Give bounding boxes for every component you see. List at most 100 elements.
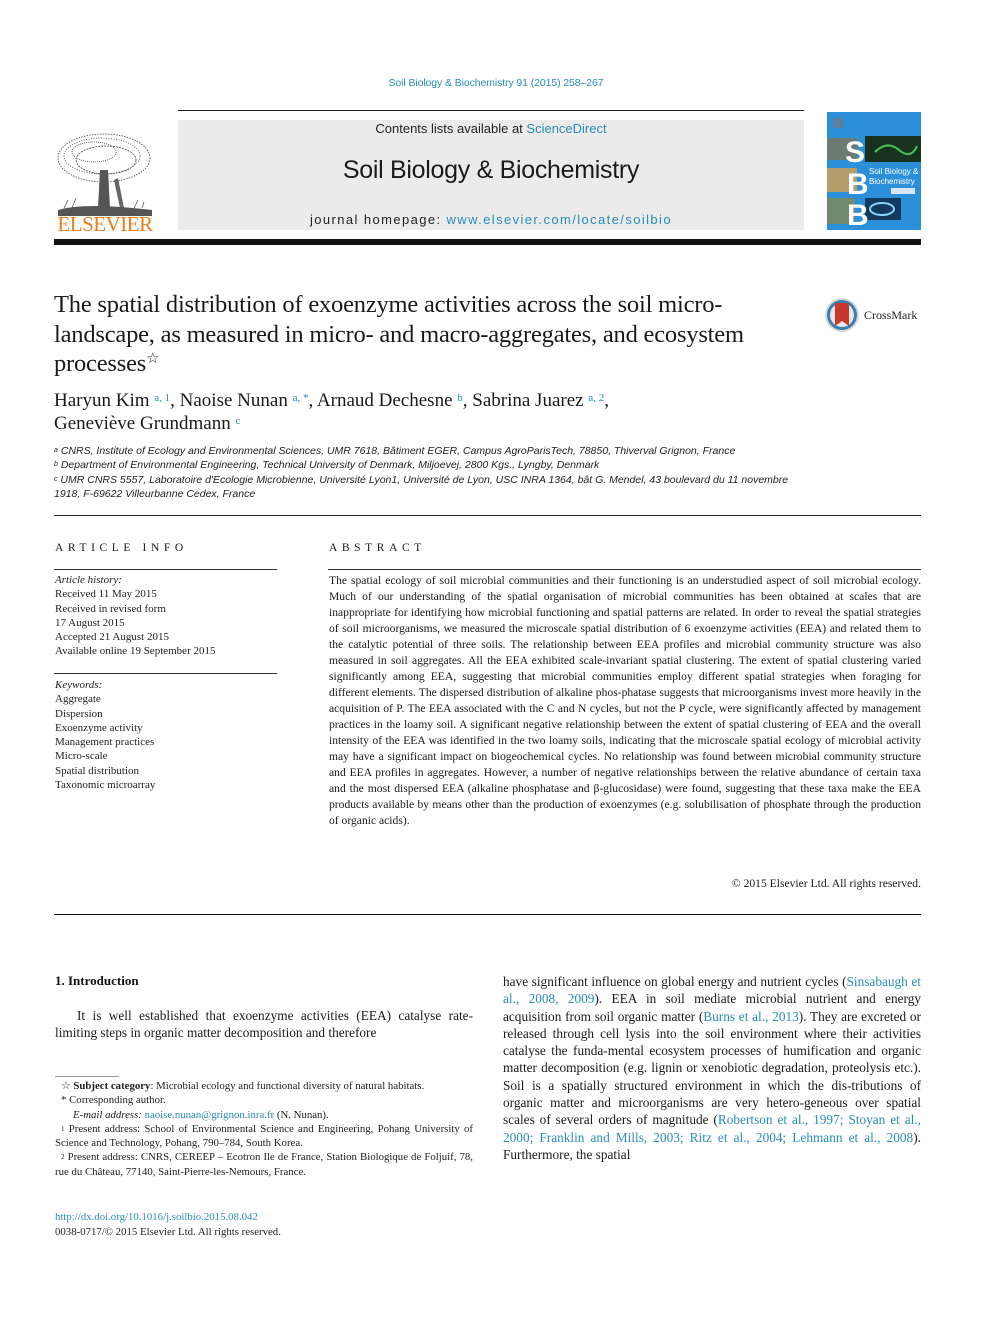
issn-copyright-line: 0038-0717/© 2015 Elsevier Ltd. All right… bbox=[55, 1226, 281, 1238]
citation-link[interactable]: Robertson et al., 1997 bbox=[718, 1112, 840, 1127]
author-affiliation-marks[interactable]: a, 1 bbox=[154, 392, 170, 404]
article-history: Article history: Received 11 May 2015 Re… bbox=[55, 573, 275, 659]
author[interactable]: Geneviève Grundmann c bbox=[54, 413, 240, 434]
sciencedirect-link[interactable]: ScienceDirect bbox=[526, 121, 606, 136]
author[interactable]: Haryun Kim a, 1, bbox=[54, 390, 180, 411]
footnote-text: Present address: CNRS, CEREEP – Ecotron … bbox=[55, 1151, 473, 1178]
journal-cover-art-icon: S B B Soil Biology & Biochemistry bbox=[827, 112, 921, 230]
keyword: Aggregate bbox=[55, 693, 101, 706]
author-separator: , bbox=[462, 390, 473, 411]
affiliation-text: UMR CNRS 5557, Laboratoire d'Ecologie Mi… bbox=[54, 473, 789, 501]
author[interactable]: Sabrina Juarez a, 2, bbox=[472, 390, 609, 411]
article-info-rule bbox=[54, 569, 277, 570]
history-item: 17 August 2015 bbox=[55, 616, 125, 629]
keyword: Spatial distribution bbox=[55, 764, 140, 777]
author-name[interactable]: Naoise Nunan bbox=[180, 390, 288, 411]
citation-separator: ; bbox=[679, 1129, 690, 1145]
cover-title-line1: Soil Biology & bbox=[869, 167, 919, 176]
citation-link[interactable]: Burns et al., 2013 bbox=[703, 1009, 799, 1024]
affiliation-text: CNRS, Institute of Ecology and Environme… bbox=[60, 445, 736, 457]
footnote-mark: ☆ bbox=[61, 1080, 71, 1092]
crossmark-button[interactable]: CrossMark bbox=[824, 296, 934, 336]
footnote-corresponding: * Corresponding author. bbox=[55, 1093, 473, 1107]
journal-name: Soil Biology & Biochemistry bbox=[342, 156, 640, 184]
author-separator: , bbox=[308, 390, 317, 411]
author-name[interactable]: Sabrina Juarez bbox=[472, 390, 583, 411]
top-rule bbox=[178, 110, 804, 111]
author-affiliation-marks[interactable]: c bbox=[236, 415, 241, 427]
elsevier-wordmark[interactable]: ELSEVIER bbox=[54, 212, 156, 237]
body-text: have significant influence on global ene… bbox=[503, 974, 847, 989]
cover-title-line2: Biochemistry bbox=[869, 177, 915, 186]
article-info-rule bbox=[54, 673, 277, 674]
abstract-text: The spatial ecology of soil microbial co… bbox=[329, 574, 921, 827]
author-affiliation-marks[interactable]: a, 2 bbox=[588, 392, 604, 404]
homepage-prefix: journal homepage: bbox=[310, 212, 447, 227]
affiliation: a CNRS, Institute of Ecology and Environ… bbox=[54, 444, 814, 458]
author[interactable]: Arnaud Dechesne b, bbox=[317, 390, 472, 411]
citation-link[interactable]: Ritz et al., 2004 bbox=[690, 1130, 783, 1145]
author-name[interactable]: Arnaud Dechesne bbox=[317, 390, 453, 411]
journal-homepage-link[interactable]: www.elsevier.com/locate/soilbio bbox=[447, 212, 672, 227]
abstract-heading: ABSTRACT bbox=[329, 542, 426, 554]
section-rule bbox=[54, 914, 921, 915]
author[interactable]: Naoise Nunan a, *, bbox=[180, 390, 317, 411]
author-separator: , bbox=[170, 390, 180, 411]
affiliation-mark: b bbox=[54, 461, 58, 469]
running-head[interactable]: Soil Biology & Biochemistry 91 (2015) 25… bbox=[0, 77, 992, 89]
cover-letter-s: S bbox=[845, 136, 865, 169]
citation-separator: ; bbox=[782, 1129, 793, 1145]
keyword: Micro-scale bbox=[55, 750, 108, 763]
author-affiliation-marks[interactable]: b bbox=[457, 392, 463, 404]
title-footnote-star[interactable]: ☆ bbox=[146, 351, 159, 367]
footnote-email: E-mail address: naoise.nunan@grignon.inr… bbox=[55, 1108, 473, 1122]
affiliation: c UMR CNRS 5557, Laboratoire d'Ecologie … bbox=[54, 473, 814, 502]
footnote-mark: 2 bbox=[61, 1153, 65, 1162]
cover-letter-b1: B bbox=[847, 168, 869, 201]
body-text: ). They are excreted or released through… bbox=[503, 1008, 921, 1128]
author-name[interactable]: Haryun Kim bbox=[54, 390, 150, 411]
citation-link[interactable]: Lehmann et al., 2008 bbox=[792, 1130, 913, 1145]
doi-link[interactable]: http://dx.doi.org/10.1016/j.soilbio.2015… bbox=[55, 1211, 258, 1223]
footnote-text: Present address: School of Environmental… bbox=[55, 1122, 474, 1150]
masthead-thick-rule bbox=[54, 239, 921, 245]
citation-separator: ; bbox=[529, 1129, 540, 1145]
history-label: Article history: bbox=[55, 574, 122, 586]
affiliations: a CNRS, Institute of Ecology and Environ… bbox=[54, 444, 814, 502]
keyword: Exoenzyme activity bbox=[55, 721, 143, 734]
section-rule bbox=[54, 515, 921, 516]
cover-letter-b2: B bbox=[847, 199, 869, 230]
footnote-rule bbox=[55, 1076, 119, 1077]
affiliation: b Department of Environmental Engineerin… bbox=[54, 458, 814, 472]
journal-homepage-line: journal homepage: www.elsevier.com/locat… bbox=[178, 212, 804, 227]
author-list: Haryun Kim a, 1, Naoise Nunan a, *, Arna… bbox=[54, 389, 854, 435]
abstract-copyright: © 2015 Elsevier Ltd. All rights reserved… bbox=[731, 877, 921, 890]
keyword: Taxonomic microarray bbox=[55, 779, 156, 792]
abstract-rule bbox=[328, 569, 921, 570]
affiliation-text: Department of Environmental Engineering,… bbox=[60, 459, 600, 472]
author-name[interactable]: Geneviève Grundmann bbox=[54, 413, 231, 434]
footnotes: ☆ Subject category: Microbial ecology an… bbox=[55, 1079, 473, 1179]
email-label: E-mail address: bbox=[73, 1108, 145, 1121]
footnote-2: 2 Present address: CNRS, CEREEP – Ecotro… bbox=[55, 1150, 473, 1179]
affiliation-mark: a bbox=[54, 447, 58, 454]
keywords: Keywords: Aggregate Dispersion Exoenzyme… bbox=[55, 678, 275, 792]
crossmark-icon bbox=[825, 298, 859, 332]
keyword: Dispersion bbox=[55, 707, 103, 720]
footnote-mark: * bbox=[61, 1094, 67, 1107]
introduction-heading: 1. Introduction bbox=[55, 973, 139, 988]
footnote-label: Subject category bbox=[73, 1080, 151, 1092]
footnote-text: Corresponding author. bbox=[69, 1094, 166, 1107]
history-item: Received 11 May 2015 bbox=[55, 588, 157, 601]
journal-masthead: Contents lists available at ScienceDirec… bbox=[178, 120, 804, 230]
contents-line: Contents lists available at ScienceDirec… bbox=[178, 121, 804, 136]
author-affiliation-marks[interactable]: a, * bbox=[293, 392, 309, 404]
journal-cover-image[interactable]: S B B Soil Biology & Biochemistry bbox=[827, 112, 921, 230]
email-link[interactable]: naoise.nunan@grignon.inra.fr bbox=[145, 1109, 275, 1121]
citation-link[interactable]: Franklin and Mills, 2003 bbox=[539, 1130, 680, 1145]
footnote-mark: 1 bbox=[61, 1124, 65, 1133]
footnote-text: (N. Nunan). bbox=[274, 1108, 329, 1121]
introduction-paragraph-right: have significant influence on global ene… bbox=[503, 973, 921, 1163]
history-item: Accepted 21 August 2015 bbox=[55, 631, 169, 644]
keyword: Management practices bbox=[55, 736, 155, 749]
